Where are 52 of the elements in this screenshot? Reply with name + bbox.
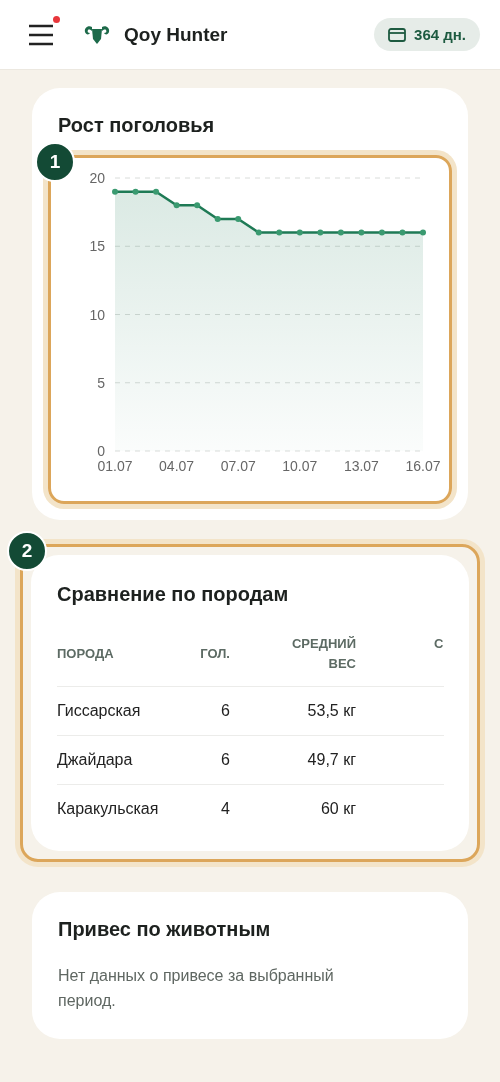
table-cell: 4 bbox=[221, 800, 230, 817]
card-title: Привес по животным bbox=[58, 918, 272, 941]
data-point bbox=[235, 215, 242, 222]
ram-icon bbox=[84, 23, 110, 46]
table-cell: Джайдара bbox=[57, 751, 133, 768]
axis-label: 20 bbox=[89, 170, 105, 186]
column-header: ГОЛ. bbox=[200, 646, 230, 661]
data-point bbox=[112, 188, 118, 195]
data-point bbox=[194, 202, 201, 209]
axis-label: 0 bbox=[97, 443, 105, 459]
column-header: С bbox=[434, 636, 444, 651]
axis-label: 16.07 bbox=[405, 458, 441, 474]
data-point bbox=[337, 229, 344, 236]
data-point bbox=[255, 229, 262, 236]
data-point bbox=[317, 229, 324, 236]
axis-label: 5 bbox=[97, 374, 105, 391]
column-header: СРЕДНИЙ ВЕС bbox=[290, 635, 356, 673]
axis-label: 13.07 bbox=[343, 458, 379, 474]
table-cell: 6 bbox=[221, 702, 230, 719]
menu-button[interactable] bbox=[28, 23, 54, 46]
table-cell: 6 bbox=[221, 751, 230, 768]
card-title: Сравнение по породам bbox=[57, 583, 290, 606]
axis-label: 01.07 bbox=[97, 458, 133, 474]
column-header: ПОРОДА bbox=[57, 646, 114, 661]
axis-label: 07.07 bbox=[220, 458, 256, 474]
data-point bbox=[358, 229, 365, 236]
data-point bbox=[276, 229, 283, 236]
table-cell: 53,5 кг bbox=[307, 702, 356, 719]
axis-label: 10.07 bbox=[282, 458, 318, 474]
days-badge[interactable]: 364 дн. bbox=[374, 18, 480, 51]
data-point bbox=[296, 229, 303, 236]
data-point bbox=[399, 229, 406, 236]
axis-label: 04.07 bbox=[159, 458, 195, 474]
axis-label: 15 bbox=[89, 238, 105, 255]
table-cell: 60 кг bbox=[320, 800, 356, 817]
axis-label: 10 bbox=[89, 306, 105, 323]
table-cell: 49,7 кг bbox=[307, 751, 356, 768]
table-cell: Каракульская bbox=[57, 800, 159, 817]
data-point bbox=[153, 188, 160, 195]
data-point bbox=[420, 229, 426, 236]
card-icon bbox=[388, 27, 407, 42]
empty-message: Нет данных о привесе за выбранный период. bbox=[58, 966, 335, 1011]
step-badge: 1 bbox=[35, 142, 75, 182]
data-point bbox=[214, 215, 221, 222]
card-title: Рост поголовья bbox=[58, 114, 216, 137]
table-cell: Гиссарская bbox=[57, 702, 141, 719]
app-title: Qoy Hunter bbox=[124, 23, 229, 46]
data-point bbox=[378, 229, 385, 236]
data-point bbox=[132, 188, 139, 195]
days-count: 364 дн. bbox=[414, 26, 466, 43]
data-point bbox=[173, 202, 180, 209]
step-badge: 2 bbox=[7, 531, 47, 571]
